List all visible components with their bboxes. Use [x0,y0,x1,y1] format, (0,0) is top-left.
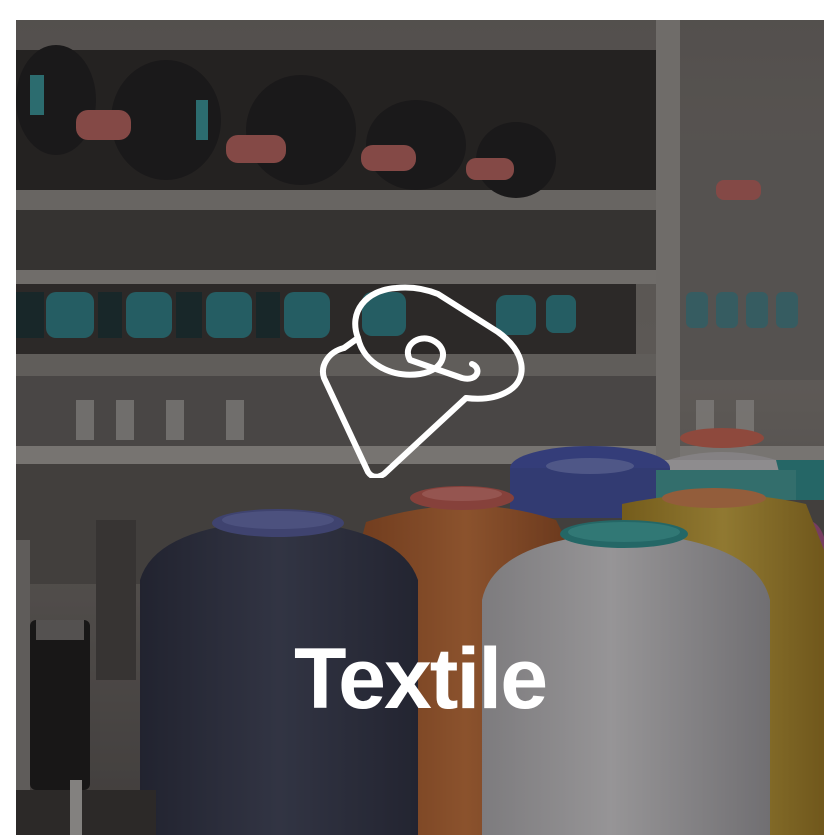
card-title: Textile [293,631,548,727]
category-card-textile[interactable]: Textile [16,20,824,835]
fabric-roll-icon [320,284,525,478]
